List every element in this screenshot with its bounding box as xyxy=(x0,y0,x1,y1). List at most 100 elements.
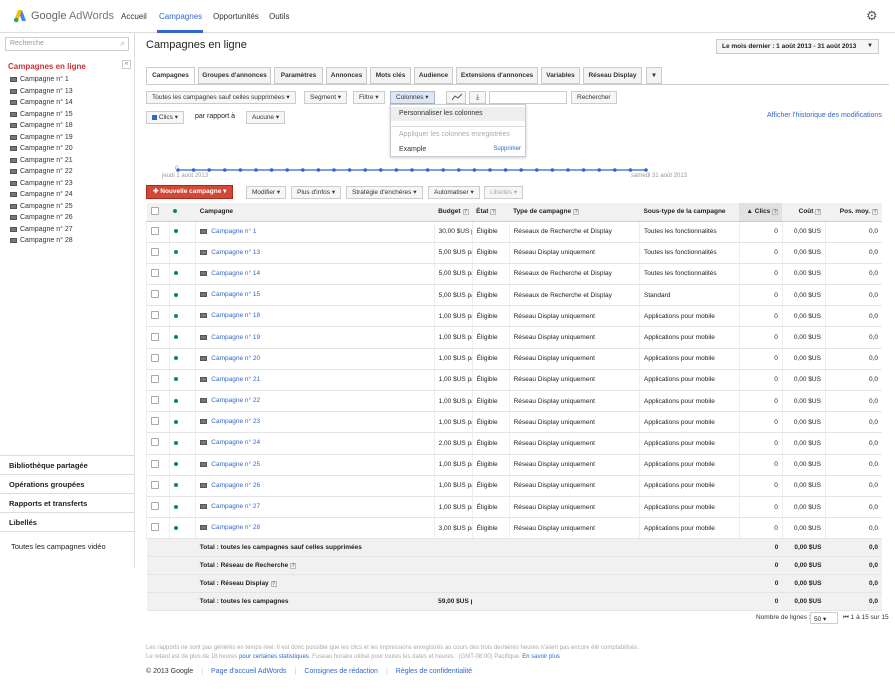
footer-link-accueil[interactable]: Page d'accueil AdWords xyxy=(211,668,287,675)
status-dot-icon[interactable] xyxy=(173,525,178,530)
campaign-name-link[interactable]: Campagne n° 1 xyxy=(200,228,257,235)
status-dot-icon[interactable] xyxy=(173,398,178,403)
budget-cell[interactable]: 5,00 $US par jour xyxy=(433,284,473,307)
nav-opportunites[interactable]: Opportunités xyxy=(213,12,259,21)
header-campagne[interactable]: Campagne xyxy=(195,203,435,222)
sidebar-campaign-item[interactable]: Campagne n° 18 xyxy=(10,122,73,129)
row-checkbox[interactable] xyxy=(151,290,159,299)
sidebar-campaign-item[interactable]: Campagne n° 23 xyxy=(10,180,73,187)
campaign-name-link[interactable]: Campagne n° 22 xyxy=(200,397,260,404)
row-checkbox[interactable] xyxy=(151,268,159,277)
download-icon[interactable]: ⤓ xyxy=(469,91,486,104)
help-icon[interactable]: ? xyxy=(872,208,878,215)
row-checkbox[interactable] xyxy=(151,438,159,447)
row-checkbox[interactable] xyxy=(151,247,159,256)
tab-variables[interactable]: Variables xyxy=(541,67,580,84)
modifier-dropdown[interactable]: Modifier ▾ xyxy=(246,186,287,199)
help-icon[interactable]: ? xyxy=(270,580,277,587)
date-range-selector[interactable]: Le mois dernier : 1 août 2013 - 31 août … xyxy=(716,39,879,54)
help-icon[interactable]: ? xyxy=(772,208,779,215)
stats-link[interactable]: pour certaines statistiques xyxy=(239,654,309,660)
campaign-name-link[interactable]: Campagne n° 21 xyxy=(200,376,260,383)
status-dot-icon[interactable] xyxy=(173,229,178,234)
campaign-name-link[interactable]: Campagne n° 14 xyxy=(200,270,260,277)
status-dot-icon[interactable] xyxy=(173,335,178,340)
chart-icon[interactable] xyxy=(446,91,466,104)
metric-dropdown[interactable]: Clics ▾ xyxy=(146,111,184,124)
status-dot-icon[interactable] xyxy=(173,377,178,382)
history-link[interactable]: Afficher l'historique des modifications xyxy=(767,112,882,119)
menu-item-personnaliser[interactable]: Personnaliser les colonnes xyxy=(399,110,483,117)
tab-groupes-annonces[interactable]: Groupes d'annonces xyxy=(198,67,271,84)
campaign-name-link[interactable]: Campagne n° 25 xyxy=(200,461,260,468)
tab-extensions[interactable]: Extensions d'annonces xyxy=(456,67,538,84)
help-icon[interactable]: ? xyxy=(462,208,469,215)
row-checkbox[interactable] xyxy=(151,459,159,468)
learn-more-link[interactable]: En savoir plus xyxy=(522,654,560,660)
sidebar-link-libelles[interactable]: Libellés xyxy=(9,518,37,527)
budget-cell[interactable]: 1,00 $US par jour xyxy=(433,348,473,370)
budget-cell[interactable]: 1,00 $US par jour xyxy=(433,369,473,392)
row-checkbox[interactable] xyxy=(151,396,159,405)
sidebar-title[interactable]: Campagnes en ligne xyxy=(8,62,86,71)
campaign-name-link[interactable]: Campagne n° 26 xyxy=(200,482,260,489)
status-filter-dropdown[interactable]: Toutes les campagnes sauf celles supprim… xyxy=(146,91,296,104)
campaign-name-link[interactable]: Campagne n° 27 xyxy=(200,503,260,510)
status-dot-icon[interactable] xyxy=(173,313,178,318)
sidebar-campaign-item[interactable]: Campagne n° 15 xyxy=(10,111,73,118)
status-dot-icon[interactable] xyxy=(173,440,178,445)
nav-campagnes[interactable]: Campagnes xyxy=(159,12,202,21)
budget-cell[interactable]: 5,00 $US par jour xyxy=(433,242,473,264)
strategie-dropdown[interactable]: Stratégie d'enchères ▾ xyxy=(346,186,423,199)
tab-audience[interactable]: Audience xyxy=(414,67,453,84)
sidebar-link-bibliotheque[interactable]: Bibliothèque partagée xyxy=(9,461,88,470)
status-dot-icon[interactable] xyxy=(173,483,178,488)
row-checkbox[interactable] xyxy=(151,332,159,341)
adwords-logo[interactable]: Google AdWords xyxy=(13,9,114,23)
budget-cell[interactable]: 1,00 $US par jour xyxy=(433,305,473,328)
sidebar-campaign-item[interactable]: Campagne n° 27 xyxy=(10,226,73,233)
nav-accueil[interactable]: Accueil xyxy=(121,12,147,21)
help-icon[interactable]: ? xyxy=(573,208,580,215)
budget-cell[interactable]: 1,00 $US par jour xyxy=(433,454,473,476)
gear-icon[interactable]: ⚙ xyxy=(866,9,880,23)
budget-cell[interactable]: 1,00 $US par jour xyxy=(433,326,473,349)
tab-mots-cles[interactable]: Mots clés xyxy=(370,67,411,84)
row-checkbox[interactable] xyxy=(151,417,159,426)
campaign-name-link[interactable]: Campagne n° 15 xyxy=(200,291,260,298)
status-dot-icon[interactable] xyxy=(173,419,178,424)
footer-link-confidentialite[interactable]: Règles de confidentialité xyxy=(396,668,472,675)
status-dot-icon[interactable] xyxy=(173,356,178,361)
sidebar-campaign-item[interactable]: Campagne n° 1 xyxy=(10,76,69,83)
row-checkbox[interactable] xyxy=(151,226,159,235)
campaign-name-link[interactable]: Campagne n° 13 xyxy=(200,249,260,256)
filtre-dropdown[interactable]: Filtre ▾ xyxy=(353,91,385,104)
sidebar-link-videos[interactable]: Toutes les campagnes vidéo xyxy=(11,542,106,551)
search-button[interactable]: Rechercher xyxy=(571,91,617,104)
row-checkbox[interactable] xyxy=(151,523,159,532)
sidebar-campaign-item[interactable]: Campagne n° 26 xyxy=(10,214,73,221)
sidebar-campaign-item[interactable]: Campagne n° 22 xyxy=(10,168,73,175)
libelles-dropdown[interactable]: Libellés ▾ xyxy=(484,186,524,199)
sidebar-campaign-item[interactable]: Campagne n° 14 xyxy=(10,99,73,106)
header-budget[interactable]: Budget? xyxy=(434,203,473,222)
header-type[interactable]: Type de campagne? xyxy=(509,203,640,222)
search-input[interactable]: Recherche ⌕ xyxy=(5,37,129,51)
budget-cell[interactable]: 5,00 $US par jour xyxy=(433,263,473,286)
help-icon[interactable]: ? xyxy=(490,208,497,215)
sidebar-link-operations[interactable]: Opérations groupées xyxy=(9,480,84,489)
budget-cell[interactable]: 1,00 $US par jour xyxy=(433,411,473,434)
tab-more[interactable]: ▾ xyxy=(646,67,662,84)
campaign-name-link[interactable]: Campagne n° 20 xyxy=(200,355,260,362)
sidebar-link-rapports[interactable]: Rapports et transferts xyxy=(9,499,87,508)
sidebar-campaign-item[interactable]: Campagne n° 24 xyxy=(10,191,73,198)
header-cout[interactable]: Coût? xyxy=(782,203,826,222)
header-etat[interactable]: État? xyxy=(472,203,510,222)
automatiser-dropdown[interactable]: Automatiser ▾ xyxy=(428,186,480,199)
row-checkbox[interactable] xyxy=(151,374,159,383)
tab-campagnes[interactable]: Campagnes xyxy=(146,67,195,84)
budget-cell[interactable]: 1,00 $US par jour xyxy=(433,475,473,497)
rows-per-page-select[interactable]: 50 ▾ xyxy=(810,612,838,624)
compare-dropdown[interactable]: Aucune ▾ xyxy=(246,111,286,124)
header-pos[interactable]: Pos. moy.? xyxy=(825,203,882,222)
